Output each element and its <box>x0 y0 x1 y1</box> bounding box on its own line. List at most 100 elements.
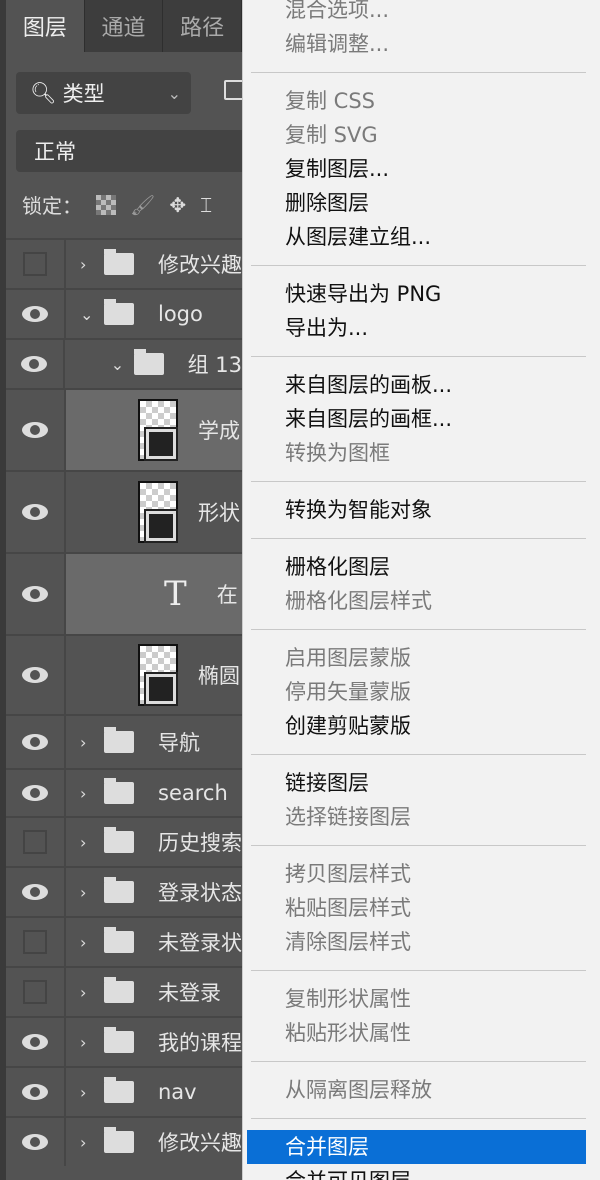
eye-icon[interactable] <box>22 504 48 520</box>
menu-item[interactable]: 合并可见图层 <box>243 1164 600 1180</box>
text-layer-icon: T <box>164 574 187 614</box>
lock-artboard-icon[interactable]: ⌶ <box>200 193 212 217</box>
visibility-cell <box>6 716 66 768</box>
layer-row[interactable]: › nav <box>6 1066 242 1116</box>
folder-icon <box>104 927 134 953</box>
layer-row[interactable]: T在 <box>6 552 242 634</box>
eye-icon[interactable] <box>22 1034 48 1050</box>
menu-item: 启用图层蒙版 <box>285 646 411 670</box>
visibility-toggle[interactable] <box>23 930 47 954</box>
eye-icon[interactable] <box>22 667 48 683</box>
visibility-cell <box>6 340 65 388</box>
chevron-right-icon[interactable]: › <box>80 733 98 752</box>
menu-separator <box>243 527 600 550</box>
tab-paths[interactable]: 路径 <box>163 0 243 52</box>
visibility-cell <box>6 968 66 1016</box>
eye-icon[interactable] <box>22 422 48 438</box>
chevron-right-icon[interactable]: › <box>80 784 98 803</box>
menu-item[interactable]: 合并图层 <box>247 1130 586 1164</box>
visibility-toggle[interactable] <box>23 252 47 276</box>
eye-icon[interactable] <box>21 356 48 372</box>
layer-row[interactable]: ⌄ logo <box>6 288 242 338</box>
chevron-right-icon[interactable]: › <box>80 1133 98 1152</box>
eye-icon[interactable] <box>22 306 48 322</box>
folder-icon <box>104 877 134 903</box>
context-menu-items: 混合选项... 编辑调整... 复制 CSS 复制 SVG 复制图层... 删除图层 从图层… <box>243 0 600 1180</box>
menu-item[interactable]: 创建剪贴蒙版 <box>243 709 600 743</box>
layer-row[interactable]: › 未登录 <box>6 966 242 1016</box>
menu-item[interactable]: 链接图层 <box>243 766 600 800</box>
chevron-right-icon[interactable]: › <box>80 833 98 852</box>
layer-row[interactable]: › search <box>6 768 242 816</box>
chevron-down-icon[interactable]: ⌄ <box>80 305 98 324</box>
menu-item[interactable]: 复制图层... <box>243 152 600 186</box>
layer-row[interactable]: 形状 <box>6 470 242 552</box>
layer-row[interactable]: › 修改兴趣 <box>6 1116 242 1166</box>
eye-icon[interactable] <box>22 734 48 750</box>
lock-transparent-icon[interactable] <box>96 194 116 215</box>
eye-icon[interactable] <box>22 1134 48 1150</box>
layer-name: 椭圆 <box>198 664 240 688</box>
layer-name: 导航 <box>158 731 200 755</box>
layer-name: 修改兴趣 <box>158 253 242 277</box>
chevron-right-icon[interactable]: › <box>80 1083 98 1102</box>
eye-icon[interactable] <box>22 1084 48 1100</box>
menu-item: 从隔离图层释放 <box>285 1078 432 1102</box>
panel-tabs: 图层 通道 路径 <box>6 0 243 52</box>
chevron-right-icon[interactable]: › <box>80 1033 98 1052</box>
layer-name: 组 13 <box>187 353 242 377</box>
layer-name: search <box>158 781 228 805</box>
eye-icon[interactable] <box>22 884 48 900</box>
layer-row[interactable]: › 登录状态 <box>6 866 242 916</box>
layer-row[interactable]: › 修改兴趣 <box>6 238 242 288</box>
menu-item: 栅格化图层样式 <box>285 589 432 613</box>
chevron-right-icon[interactable]: › <box>80 933 98 952</box>
chevron-down-icon[interactable]: ⌄ <box>111 355 129 374</box>
eye-icon[interactable] <box>22 785 48 801</box>
menu-item[interactable]: 快速导出为 PNG <box>243 277 600 311</box>
menu-item[interactable]: 转换为智能对象 <box>243 493 600 527</box>
layer-row[interactable]: ⌄ 组 13 <box>6 338 242 388</box>
layer-row[interactable]: › 历史搜索 <box>6 816 242 866</box>
tab-layers[interactable]: 图层 <box>6 0 85 52</box>
chevron-right-icon[interactable]: › <box>80 255 98 274</box>
layer-row[interactable]: › 导航 <box>6 714 242 768</box>
folder-icon <box>104 1077 134 1103</box>
chevron-right-icon[interactable]: › <box>80 983 98 1002</box>
chevron-right-icon[interactable]: › <box>80 883 98 902</box>
menu-item: 粘贴图层样式 <box>285 896 411 920</box>
layers-panel: 图层 通道 路径 🔍︎ 类型 ⌄ 正常 锁定： 🖌︎ ✥ ⌶ › 修改兴趣 ⌄ log… <box>0 0 256 1180</box>
visibility-toggle[interactable] <box>23 830 47 854</box>
layer-list: › 修改兴趣 ⌄ logo ⌄ 组 13 学成 形状 T 在椭圆 › 导航 › search › 历史搜索 › 登… <box>6 238 242 1166</box>
menu-separator <box>243 61 600 84</box>
layer-row[interactable]: › 未登录状 <box>6 916 242 966</box>
menu-item[interactable]: 来自图层的画框... <box>243 402 600 436</box>
layer-row[interactable]: › 我的课程 <box>6 1016 242 1066</box>
tab-channels[interactable]: 通道 <box>85 0 164 52</box>
shape-thumbnail-icon <box>138 399 178 461</box>
layer-row[interactable]: 学成 <box>6 388 242 470</box>
lock-move-icon[interactable]: ✥ <box>169 193 186 217</box>
visibility-cell <box>6 1018 66 1066</box>
menu-item[interactable]: 删除图层 <box>243 186 600 220</box>
visibility-cell <box>6 1118 66 1166</box>
folder-icon <box>104 1127 134 1153</box>
menu-item[interactable]: 从图层建立组... <box>243 220 600 254</box>
layer-name: nav <box>158 1080 197 1104</box>
visibility-cell <box>6 554 66 634</box>
visibility-toggle[interactable] <box>23 980 47 1004</box>
menu-item: 转换为图框 <box>285 441 390 465</box>
menu-item[interactable]: 栅格化图层 <box>243 550 600 584</box>
menu-separator <box>243 834 600 857</box>
menu-item[interactable]: 导出为... <box>243 311 600 345</box>
eye-icon[interactable] <box>22 586 48 602</box>
layer-name: 未登录状 <box>158 931 242 955</box>
lock-brush-icon[interactable]: 🖌︎ <box>130 193 155 217</box>
blend-mode-select[interactable]: 正常 <box>16 130 256 172</box>
layer-row[interactable]: 椭圆 <box>6 634 242 714</box>
filter-type-select[interactable]: 🔍︎ 类型 ⌄ <box>16 72 191 114</box>
menu-item: 编辑调整... <box>285 32 390 56</box>
menu-item[interactable]: 来自图层的画板... <box>243 368 600 402</box>
menu-separator <box>243 1050 600 1073</box>
visibility-cell <box>6 868 66 916</box>
